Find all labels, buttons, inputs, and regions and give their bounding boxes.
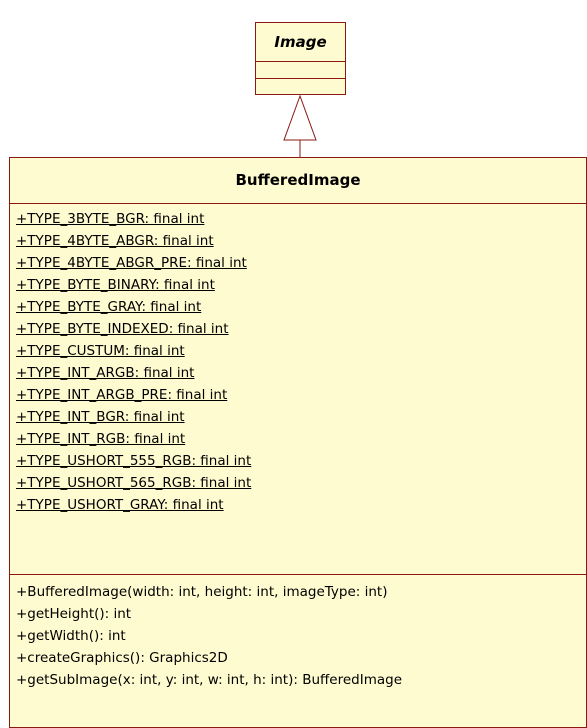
attribute-item: +TYPE_CUSTUM: final int xyxy=(16,343,185,359)
operation-item: +BufferedImage(width: int, height: int, … xyxy=(16,584,388,600)
operation-item: +getSubImage(x: int, y: int, w: int, h: … xyxy=(16,672,403,688)
bufferedimage-attributes-section: +TYPE_3BYTE_BGR: final int +TYPE_4BYTE_A… xyxy=(10,203,586,574)
attribute-item: +TYPE_INT_RGB: final int xyxy=(16,431,186,447)
attribute-item: +TYPE_USHORT_555_RGB: final int xyxy=(16,453,252,469)
attribute-item: +TYPE_USHORT_565_RGB: final int xyxy=(16,475,252,491)
attribute-item: +TYPE_BYTE_INDEXED: final int xyxy=(16,321,229,337)
attribute-item: +TYPE_4BYTE_ABGR: final int xyxy=(16,233,214,249)
bufferedimage-operations-section: +BufferedImage(width: int, height: int, … xyxy=(10,574,586,691)
attribute-item: +TYPE_INT_BGR: final int xyxy=(16,409,185,425)
attribute-item: +TYPE_4BYTE_ABGR_PRE: final int xyxy=(16,255,247,271)
attribute-item: +TYPE_INT_ARGB: final int xyxy=(16,365,195,381)
operation-item: +getWidth(): int xyxy=(16,628,126,644)
attribute-item: +TYPE_BYTE_BINARY: final int xyxy=(16,277,215,293)
bufferedimage-class-box[interactable]: BufferedImage +TYPE_3BYTE_BGR: final int… xyxy=(9,157,587,728)
attribute-item: +TYPE_INT_ARGB_PRE: final int xyxy=(16,387,228,403)
operation-item: +createGraphics(): Graphics2D xyxy=(16,650,228,666)
image-attributes-section xyxy=(256,61,345,78)
attribute-item: +TYPE_3BYTE_BGR: final int xyxy=(16,211,205,227)
image-class-box[interactable]: Image xyxy=(255,22,346,95)
attribute-item: +TYPE_USHORT_GRAY: final int xyxy=(16,497,224,513)
generalization-arrowhead xyxy=(283,94,317,141)
attribute-item: +TYPE_BYTE_GRAY: final int xyxy=(16,299,202,315)
bufferedimage-class-name: BufferedImage xyxy=(235,171,361,189)
image-class-name: Image xyxy=(274,33,327,51)
operation-item: +getHeight(): int xyxy=(16,606,132,622)
image-operations-section xyxy=(256,78,345,94)
